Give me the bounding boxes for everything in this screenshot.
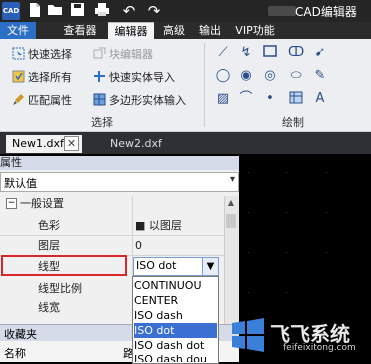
pen-tool-icon[interactable]: ✎ [312,68,328,84]
menu-editor[interactable]: 编辑器 [108,22,154,40]
table-tool-icon[interactable] [288,91,304,107]
dropdown-option[interactable]: CENTER [134,293,217,308]
ellipse-tool-icon[interactable]: ⬭ [288,68,304,84]
dropdown-option[interactable]: ISO dash [134,308,217,323]
arc-tool-icon[interactable]: ⌒ [238,91,254,107]
ribbon: 快速选择 选择所有 匹配属性 块编辑器 快速实体导入 多边形实体输入 选择 ⟋ … [0,39,371,132]
watermark-url: feifeixitong.com [283,343,356,353]
draw-group-label: 绘制 [282,116,304,129]
line-tool-icon[interactable]: ⟋ [215,45,231,61]
dot-tool-icon[interactable]: • [262,91,278,107]
spline-tool-icon[interactable]: ↀ [288,45,304,61]
polygon-entity-input-button[interactable]: 多边形实体输入 [93,92,186,109]
menu-advanced[interactable]: 高级 [160,22,188,39]
prop-label-color: 色彩 [38,219,60,232]
select-group-label: 选择 [91,116,113,129]
properties-object-combo[interactable]: 默认值 ▾ [0,172,239,192]
dropdown-option-selected[interactable]: ISO dot [134,323,217,338]
select-all-icon [12,70,25,83]
hatch-tool-icon[interactable]: ▨ [215,91,231,107]
prop-value-color[interactable]: ■ 以图层 [133,216,225,235]
dropdown-arrow-icon[interactable]: ▼ [202,257,219,276]
arrow-tool-icon[interactable]: ➹ [312,45,328,61]
dropdown-option[interactable]: CONTINUOU [134,278,217,293]
document-tab-strip: New1.dxf New2.dxf [0,132,371,154]
prop-label-linetype-scale: 线型比例 [38,282,82,295]
menu-viewer[interactable]: 查看器 [60,22,100,39]
title-bar: CAD ↶ ↷ CAD编辑器 [0,0,371,22]
new-file-icon[interactable] [26,2,44,20]
circle-dot-tool-icon[interactable]: ◉ [238,68,254,84]
scroll-up-icon[interactable]: ▲ [226,198,236,208]
redo-icon[interactable]: ↷ [145,2,163,20]
prop-label-linetype: 线型 [38,260,60,273]
combo-value: 默认值 [4,177,37,190]
section-general: 一般设置 [20,197,64,210]
quick-select-icon [12,47,25,60]
prop-value-layer[interactable]: 0 [133,236,225,255]
polyline-tool-icon[interactable]: ↯ [238,45,254,61]
print-icon[interactable] [93,2,111,20]
text-tool-icon[interactable]: A [312,91,328,107]
circle-tool-icon[interactable]: ◯ [215,68,231,84]
match-props-label: 匹配属性 [28,94,72,107]
menu-output[interactable]: 输出 [196,22,224,39]
column-name[interactable]: 名称 [4,345,26,361]
prop-label-layer: 图层 [38,239,60,252]
app-title: CAD编辑器 [295,5,357,19]
polygon-grid-icon [93,93,106,106]
menu-file[interactable]: 文件 [0,22,36,39]
close-tab-icon[interactable]: ✕ [64,136,79,151]
block-editor-button[interactable]: 块编辑器 [93,46,153,63]
save-icon[interactable] [68,2,86,20]
quick-select-button[interactable]: 快速选择 [12,46,72,63]
polygon-entity-input-label: 多边形实体输入 [109,94,186,107]
rectangle-tool-icon[interactable] [262,45,278,61]
favorites-title: 收藏夹 [4,328,37,341]
properties-title: 属性 [0,156,22,169]
collapse-toggle-icon[interactable]: − [6,198,17,209]
plus-import-icon [93,70,106,83]
scrollbar-thumb[interactable] [226,214,236,228]
canvas-grid-dots [246,162,366,312]
undo-icon[interactable]: ↶ [120,2,138,20]
circle-quad-tool-icon[interactable]: ◎ [262,68,278,84]
properties-header: 属性 [0,156,239,170]
dropdown-option[interactable]: ISO dash dou [134,352,217,362]
select-all-button[interactable]: 选择所有 [12,69,72,86]
app-logo: CAD [2,2,20,20]
quick-select-label: 快速选择 [28,48,72,61]
menu-bar: 文件 查看器 编辑器 高级 输出 VIP功能 [0,22,371,40]
linetype-dropdown-list: CONTINUOU CENTER ISO dash ISO dot ISO da… [132,276,219,364]
open-folder-icon[interactable] [46,2,64,20]
ribbon-separator [204,43,205,127]
block-editor-icon [93,47,106,60]
block-editor-label: 块编辑器 [109,48,153,61]
linetype-select-value: ISO dot [136,259,177,272]
tab-new2[interactable]: New2.dxf [104,135,170,153]
menu-vip[interactable]: VIP功能 [230,22,280,39]
watermark-windows-logo [230,318,266,352]
chevron-down-icon: ▾ [229,174,235,185]
dropdown-option[interactable]: ISO dash dot [134,338,217,353]
quick-entity-import-label: 快速实体导入 [109,71,175,84]
brush-icon [12,93,25,106]
select-all-label: 选择所有 [28,71,72,84]
quick-entity-import-button[interactable]: 快速实体导入 [93,69,175,86]
prop-label-lineweight: 线宽 [38,301,60,314]
blurred-title-fragment [268,6,296,16]
match-props-button[interactable]: 匹配属性 [12,92,72,109]
